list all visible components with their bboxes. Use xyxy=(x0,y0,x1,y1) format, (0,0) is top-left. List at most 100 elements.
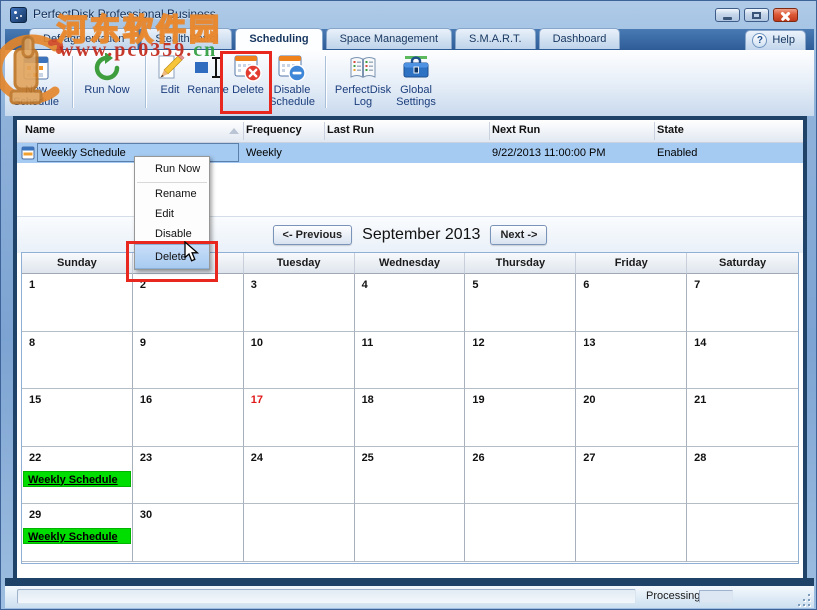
calendar-title: September 2013 xyxy=(362,226,480,244)
menu-item-rename[interactable]: Rename xyxy=(135,184,209,204)
button-label: Edit xyxy=(161,84,180,96)
sort-ascending-icon xyxy=(229,128,239,134)
calendar-day-cell[interactable]: 30 xyxy=(133,504,244,562)
disable-schedule-icon xyxy=(277,53,307,83)
calendar-day-cell[interactable]: 22 Weekly Schedule xyxy=(22,447,133,505)
calendar-day-cell[interactable]: 4 xyxy=(355,274,466,332)
calendar-day-cell[interactable]: 11 xyxy=(355,332,466,390)
calendar-day-cell[interactable]: 23 xyxy=(133,447,244,505)
calendar-day-cell[interactable] xyxy=(687,504,798,562)
maximize-icon xyxy=(752,12,761,19)
calendar-day-cell[interactable]: 17 xyxy=(244,389,355,447)
status-bar: Processing xyxy=(5,586,814,608)
previous-month-button[interactable]: <- Previous xyxy=(273,225,353,245)
calendar-day-cell[interactable]: 5 xyxy=(465,274,576,332)
calendar-day-header: Wednesday xyxy=(355,253,466,274)
tab-stealthpatrol[interactable]: StealthPatrol xyxy=(141,28,232,49)
calendar-day-cell[interactable]: 28 xyxy=(687,447,798,505)
calendar-day-cell[interactable]: 27 xyxy=(576,447,687,505)
button-label: New Schedule xyxy=(13,84,59,108)
column-state[interactable]: State xyxy=(657,124,684,136)
day-number: 10 xyxy=(244,332,354,351)
calendar-day-cell[interactable]: 6 xyxy=(576,274,687,332)
calendar-day-cell[interactable]: 25 xyxy=(355,447,466,505)
button-label: PerfectDisk Log xyxy=(335,84,391,108)
calendar-day-cell[interactable]: 21 xyxy=(687,389,798,447)
calendar-day-cell[interactable]: 8 xyxy=(22,332,133,390)
column-name[interactable]: Name xyxy=(25,124,55,136)
column-last-run[interactable]: Last Run xyxy=(327,124,374,136)
calendar-day-cell[interactable]: 1 xyxy=(22,274,133,332)
run-now-button[interactable]: Run Now xyxy=(79,53,135,96)
calendar-day-cell[interactable]: 9 xyxy=(133,332,244,390)
menu-separator xyxy=(137,182,207,183)
calendar-day-cell[interactable]: 18 xyxy=(355,389,466,447)
new-schedule-button[interactable]: New Schedule xyxy=(8,53,64,108)
calendar-day-cell[interactable]: 10 xyxy=(244,332,355,390)
calendar-day-cell[interactable]: 19 xyxy=(465,389,576,447)
tab-smart[interactable]: S.M.A.R.T. xyxy=(455,28,536,49)
calendar-day-cell[interactable]: 14 xyxy=(687,332,798,390)
column-frequency[interactable]: Frequency xyxy=(246,124,302,136)
tab-space-management[interactable]: Space Management xyxy=(326,28,452,49)
day-number: 28 xyxy=(687,447,798,466)
calendar-day-cell[interactable]: 7 xyxy=(687,274,798,332)
calendar-day-cell[interactable]: 16 xyxy=(133,389,244,447)
day-number: 16 xyxy=(133,389,243,408)
help-label: Help xyxy=(772,31,795,50)
close-button[interactable] xyxy=(773,8,798,22)
calendar-day-cell[interactable]: 26 xyxy=(465,447,576,505)
calendar-day-cell[interactable] xyxy=(355,504,466,562)
day-number: 22 xyxy=(22,447,132,466)
day-number: 20 xyxy=(576,389,686,408)
menu-item-edit[interactable]: Edit xyxy=(135,204,209,224)
calendar-day-cell[interactable]: 2 xyxy=(133,274,244,332)
maximize-button[interactable] xyxy=(744,8,769,22)
day-number: 9 xyxy=(133,332,243,351)
day-number: 13 xyxy=(576,332,686,351)
column-next-run[interactable]: Next Run xyxy=(492,124,540,136)
menu-item-run-now[interactable]: Run Now xyxy=(135,157,209,181)
help-button[interactable]: ? Help xyxy=(745,30,806,50)
title-bar: PerfectDisk Professional Business xyxy=(1,1,816,29)
progress-box xyxy=(699,590,733,603)
calendar-day-cell[interactable]: 13 xyxy=(576,332,687,390)
disable-schedule-button[interactable]: Disable Schedule xyxy=(265,53,319,108)
calendar-day-cell[interactable]: 12 xyxy=(465,332,576,390)
calendar-day-cell[interactable] xyxy=(576,504,687,562)
minimize-icon xyxy=(723,17,732,20)
tab-strip: Defragmentation StealthPatrol Scheduling… xyxy=(5,29,814,50)
calendar-day-cell[interactable]: 15 xyxy=(22,389,133,447)
tab-dashboard[interactable]: Dashboard xyxy=(539,28,621,49)
day-number: 4 xyxy=(355,274,465,293)
tab-defragmentation[interactable]: Defragmentation xyxy=(29,28,138,49)
calendar-event[interactable]: Weekly Schedule xyxy=(23,471,131,487)
day-number: 1 xyxy=(22,274,132,293)
calendar-day-cell[interactable]: 29Weekly Schedule xyxy=(22,504,133,562)
day-number xyxy=(576,504,686,523)
calendar-day-header: Saturday xyxy=(687,253,798,274)
content-bottom-border xyxy=(5,578,814,586)
resize-grip-icon[interactable] xyxy=(797,594,810,606)
calendar-day-cell[interactable] xyxy=(465,504,576,562)
day-number: 3 xyxy=(244,274,354,293)
tab-scheduling[interactable]: Scheduling xyxy=(235,28,322,50)
day-number: 23 xyxy=(133,447,243,466)
day-number: 24 xyxy=(244,447,354,466)
day-number: 5 xyxy=(465,274,575,293)
next-month-button[interactable]: Next -> xyxy=(490,225,547,245)
perfectdisk-log-button[interactable]: PerfectDisk Log xyxy=(332,53,394,108)
window-title: PerfectDisk Professional Business xyxy=(33,7,216,21)
calendar-day-cell[interactable] xyxy=(244,504,355,562)
edit-button[interactable]: Edit xyxy=(150,53,190,96)
minimize-button[interactable] xyxy=(715,8,740,22)
calendar-day-cell[interactable]: 20 xyxy=(576,389,687,447)
button-label: Disable Schedule xyxy=(269,84,315,108)
calendar-day-cell[interactable]: 24 xyxy=(244,447,355,505)
day-number: 15 xyxy=(22,389,132,408)
calendar-event[interactable]: Weekly Schedule xyxy=(23,528,131,544)
calendar-day-cell[interactable]: 3 xyxy=(244,274,355,332)
day-number xyxy=(687,504,798,523)
global-settings-button[interactable]: Global Settings xyxy=(391,53,441,108)
day-number: 26 xyxy=(465,447,575,466)
